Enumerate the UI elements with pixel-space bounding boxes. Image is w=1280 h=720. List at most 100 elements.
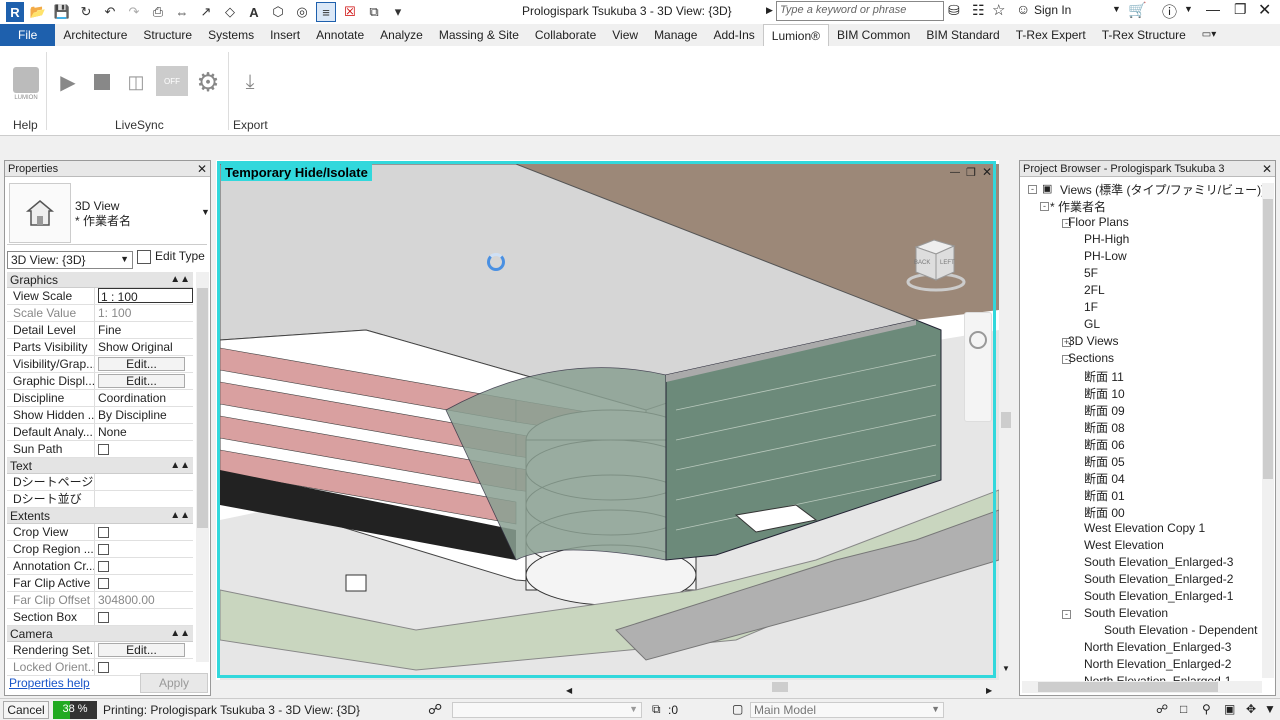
measure-icon[interactable]: ⇔	[172, 2, 192, 22]
property-checkbox[interactable]	[98, 527, 109, 538]
tree-item[interactable]: 断面 08	[1084, 419, 1125, 436]
property-value[interactable]: Coordination	[98, 391, 166, 405]
property-edit-button[interactable]: Edit...	[98, 643, 185, 657]
text-icon[interactable]: A	[244, 2, 264, 22]
section-icon[interactable]: ◎	[292, 2, 312, 22]
design-options-icon[interactable]: ⧉	[652, 702, 661, 717]
tree-item[interactable]: 断面 05	[1084, 453, 1125, 470]
tree-item[interactable]: 1F	[1084, 300, 1098, 314]
property-section-header[interactable]: Camera ▲▲	[7, 626, 193, 642]
property-checkbox[interactable]	[98, 578, 109, 589]
search-input[interactable]: Type a keyword or phrase	[776, 1, 944, 21]
collapse-icon[interactable]: ▲▲	[170, 458, 190, 474]
default-3d-icon[interactable]: ⬡	[268, 2, 288, 22]
communication-icon[interactable]: ☷	[972, 2, 985, 19]
tab-analyze[interactable]: Analyze	[372, 24, 431, 46]
tree-item[interactable]: West Elevation	[1084, 538, 1164, 552]
switch-windows-icon[interactable]: ⧉	[364, 2, 384, 22]
property-edit-button[interactable]: Edit...	[98, 374, 185, 388]
model-select[interactable]: Main Model ▼	[750, 702, 944, 718]
ribbon-minimize-icon[interactable]: ▭▾	[1194, 24, 1224, 46]
scroll-right-icon[interactable]: ▶	[986, 686, 992, 695]
type-selector[interactable]: 3D View * 作業者名 ▼	[7, 181, 210, 245]
favorites-star-icon[interactable]: ☆	[992, 1, 1005, 19]
help-icon[interactable]: ⓘ	[1162, 1, 1177, 22]
collapse-icon[interactable]: ▲▲	[170, 626, 190, 642]
tree-expander-icon[interactable]: -	[1040, 202, 1049, 211]
link-icon[interactable]: ◫	[120, 66, 152, 98]
select-pinned-icon[interactable]: ⚲	[1202, 702, 1211, 716]
tab-bim-standard[interactable]: BIM Standard	[918, 24, 1007, 46]
tab-annotate[interactable]: Annotate	[308, 24, 372, 46]
thin-lines-icon[interactable]: ≡	[316, 2, 336, 22]
tab-manage[interactable]: Manage	[646, 24, 705, 46]
property-checkbox[interactable]	[98, 444, 109, 455]
property-value[interactable]: 304800.00	[98, 593, 155, 607]
property-section-header[interactable]: Text ▲▲	[7, 458, 193, 474]
apply-button[interactable]: Apply	[140, 673, 208, 693]
property-value[interactable]: Fine	[98, 323, 121, 337]
tree-item[interactable]: PH-Low	[1084, 249, 1127, 263]
customize-qat-icon[interactable]: ▾	[388, 2, 408, 22]
select-underlay-icon[interactable]: □	[1180, 702, 1187, 716]
tab-architecture[interactable]: Architecture	[55, 24, 135, 46]
user-icon[interactable]: ☺	[1016, 1, 1030, 17]
viewport-vscroll-thumb[interactable]	[1001, 412, 1011, 428]
sync-icon[interactable]: ↻	[76, 2, 96, 22]
property-value[interactable]: None	[98, 425, 127, 439]
drag-elements-icon[interactable]: ✥	[1246, 702, 1256, 716]
tab-trex-expert[interactable]: T-Rex Expert	[1008, 24, 1094, 46]
close-icon[interactable]: ✕	[1258, 0, 1271, 20]
tree-item[interactable]: South Elevation_Enlarged-2	[1084, 572, 1233, 586]
restore-icon[interactable]: ❐	[1234, 1, 1247, 18]
select-by-face-icon[interactable]: ▣	[1224, 702, 1235, 716]
tree-item[interactable]: PH-High	[1084, 232, 1129, 246]
property-section-header[interactable]: Extents ▲▲	[7, 508, 193, 524]
tab-view[interactable]: View	[604, 24, 646, 46]
tree-item[interactable]: West Elevation Copy 1	[1084, 521, 1205, 535]
view-instance-select[interactable]: 3D View: {3D} ▼	[7, 251, 133, 269]
sign-in-button[interactable]: Sign In	[1034, 3, 1071, 17]
browser-hscroll-thumb[interactable]	[1038, 682, 1218, 692]
properties-scroll-thumb[interactable]	[197, 288, 208, 528]
minimize-icon[interactable]: —	[1206, 1, 1220, 17]
stop-icon[interactable]	[86, 66, 118, 98]
print-icon[interactable]: ⎙	[148, 2, 168, 22]
close-icon[interactable]: ✕	[197, 161, 207, 177]
collapse-icon[interactable]: ▲▲	[170, 272, 190, 288]
tree-item[interactable]: 2FL	[1084, 283, 1105, 297]
scroll-down-icon[interactable]: ▼	[1002, 664, 1010, 673]
tree-item[interactable]: South Elevation_Enlarged-3	[1084, 555, 1233, 569]
open-icon[interactable]: 📂	[28, 2, 48, 22]
redo-icon[interactable]: ↷	[124, 2, 144, 22]
off-toggle[interactable]: OFF	[156, 66, 188, 96]
revit-logo-icon[interactable]: R	[6, 2, 24, 22]
cart-icon[interactable]: 🛒	[1128, 1, 1147, 19]
tree-item[interactable]: Views (標準 (タイプ/ファミリ/ビュー))	[1060, 181, 1265, 198]
navigation-bar[interactable]	[964, 312, 992, 422]
lumion-help-button[interactable]: LUMION	[10, 64, 42, 104]
select-links-icon[interactable]: ☍	[1156, 702, 1168, 716]
tab-trex-structure[interactable]: T-Rex Structure	[1094, 24, 1194, 46]
tab-add-ins[interactable]: Add-Ins	[705, 24, 762, 46]
aligned-dimension-icon[interactable]: ↗	[196, 2, 216, 22]
edit-type-button[interactable]: Edit Type	[137, 249, 205, 264]
steering-wheel-icon[interactable]	[969, 331, 987, 349]
tree-item[interactable]: 断面 10	[1084, 385, 1125, 402]
close-hidden-icon[interactable]: ☒	[340, 2, 360, 22]
scroll-left-icon[interactable]: ◀	[566, 686, 572, 695]
tag-icon[interactable]: ◇	[220, 2, 240, 22]
binoculars-icon[interactable]: ⛁	[948, 2, 960, 19]
tab-bim-common[interactable]: BIM Common	[829, 24, 918, 46]
property-value[interactable]: Show Original	[98, 340, 173, 354]
tree-item[interactable]: North Elevation_Enlarged-3	[1084, 640, 1231, 654]
export-icon[interactable]: ⤓	[234, 66, 266, 98]
view-minimize-icon[interactable]: —	[950, 167, 960, 178]
view-close-icon[interactable]: ✕	[982, 165, 992, 179]
property-value[interactable]: By Discipline	[98, 408, 167, 422]
tree-item[interactable]: South Elevation - Dependent	[1104, 623, 1257, 637]
browser-vscroll[interactable]	[1262, 183, 1274, 678]
cancel-button[interactable]: Cancel	[3, 701, 49, 719]
collapse-icon[interactable]: ▲▲	[170, 508, 190, 524]
tree-item[interactable]: Floor Plans	[1068, 215, 1129, 229]
